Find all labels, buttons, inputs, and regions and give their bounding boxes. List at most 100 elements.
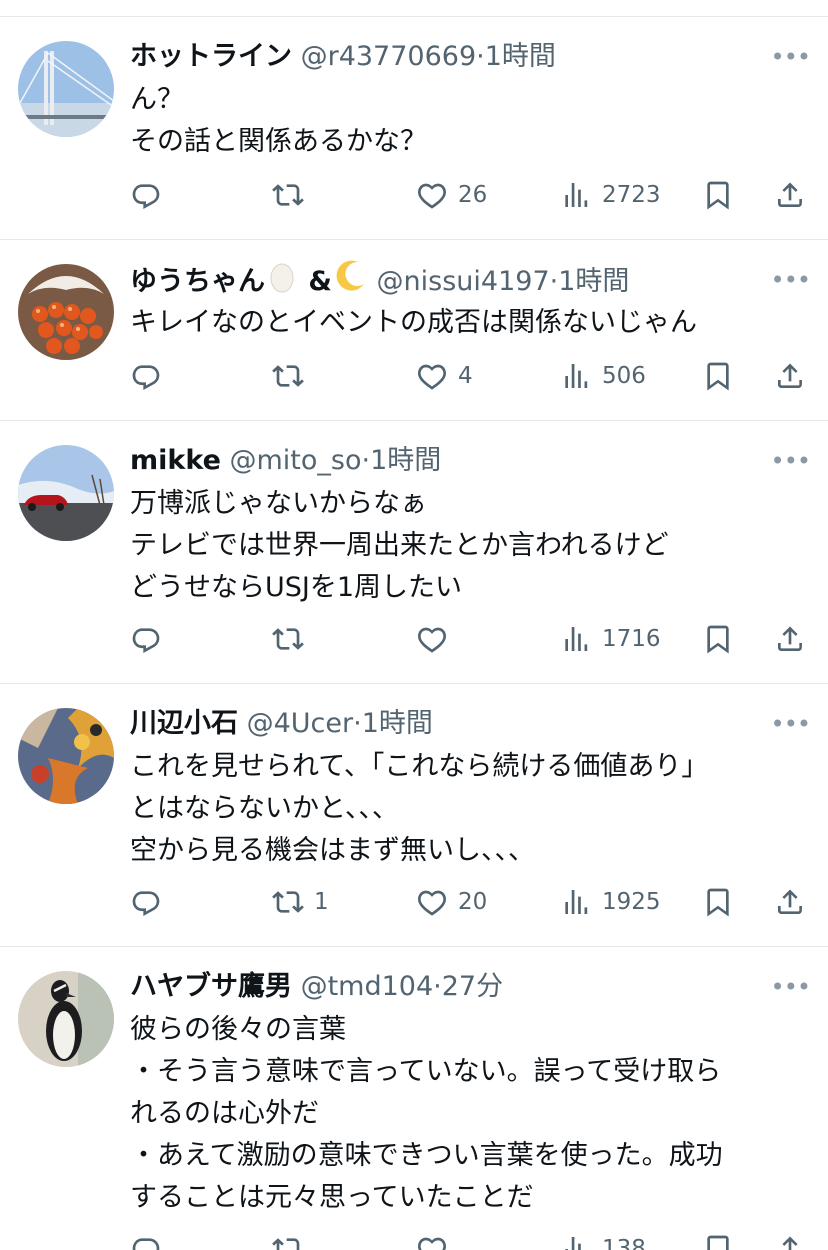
retweet-button[interactable] xyxy=(272,173,314,217)
timestamp[interactable]: 1時間 xyxy=(558,266,629,297)
heart-icon xyxy=(416,623,448,655)
user-handle[interactable]: @tmd104 xyxy=(301,971,434,1002)
reply-icon xyxy=(130,623,162,655)
share-button[interactable] xyxy=(774,880,806,924)
retweet-button[interactable] xyxy=(272,354,314,398)
retweet-icon xyxy=(272,179,304,211)
reply-button[interactable] xyxy=(130,354,162,398)
bookmark-icon xyxy=(702,623,734,655)
bookmark-button[interactable] xyxy=(702,1227,734,1250)
abstract-art-photo-icon xyxy=(18,708,114,804)
more-options-icon[interactable]: ••• xyxy=(770,258,811,302)
share-icon xyxy=(774,886,806,918)
tweet[interactable]: 川辺小石 @4Ucer·1時間 ••• これを見せられて、「これなら続ける価値あ… xyxy=(0,684,828,947)
bookmark-button[interactable] xyxy=(702,173,734,217)
retweet-button[interactable] xyxy=(272,1227,314,1250)
like-count: 26 xyxy=(458,182,488,208)
bar-chart-icon xyxy=(560,360,592,392)
tweet-text-line: とはならないかと、、、 xyxy=(130,793,399,824)
share-button[interactable] xyxy=(774,354,806,398)
bookmark-button[interactable] xyxy=(702,617,734,661)
more-options-icon[interactable]: ••• xyxy=(770,965,811,1009)
tweet[interactable]: ホットライン @r43770669·1時間 ••• ん？ その話と関係あるかな？… xyxy=(0,17,828,240)
like-count: 4 xyxy=(458,363,473,389)
share-button[interactable] xyxy=(774,617,806,661)
action-bar: 1 20 1925 xyxy=(130,880,810,924)
like-button[interactable]: 26 xyxy=(416,173,487,217)
retweet-count: 1 xyxy=(314,889,329,915)
display-name[interactable]: 川辺小石 xyxy=(130,708,238,739)
tweet[interactable]: ハヤブサ鷹男 @tmd104·27分 ••• 彼らの後々の言葉 ・そう言う意味で… xyxy=(0,947,828,1250)
display-name[interactable]: ゆうちゃん & xyxy=(130,260,368,297)
user-handle[interactable]: @4Ucer xyxy=(247,708,354,739)
more-options-icon[interactable]: ••• xyxy=(770,35,811,79)
views-button[interactable]: 1716 xyxy=(560,617,661,661)
share-button[interactable] xyxy=(774,173,806,217)
timestamp[interactable]: 1時間 xyxy=(362,708,433,739)
display-name[interactable]: ハヤブサ鷹男 xyxy=(130,971,292,1002)
views-button[interactable]: 138 xyxy=(560,1227,646,1250)
tweet-text-line: ・そう言う意味で言っていない。誤って受け取ら xyxy=(130,1056,722,1087)
bookmark-button[interactable] xyxy=(702,880,734,924)
avatar[interactable] xyxy=(18,41,114,137)
top-divider xyxy=(0,0,828,17)
tweet-header: ハヤブサ鷹男 @tmd104·27分 ••• xyxy=(130,965,811,1009)
view-count: 2723 xyxy=(602,182,661,208)
reply-icon xyxy=(130,360,162,392)
separator-dot: · xyxy=(353,708,362,739)
tweet-header: ホットライン @r43770669·1時間 ••• xyxy=(130,35,811,79)
avatar[interactable] xyxy=(18,264,114,360)
action-bar: 138 xyxy=(130,1227,810,1250)
user-handle[interactable]: @nissui4197 xyxy=(377,266,550,297)
tweet[interactable]: mikke @mito_so·1時間 ••• 万博派じゃないからなぁ テレビでは… xyxy=(0,421,828,684)
user-handle[interactable]: @r43770669 xyxy=(301,41,477,72)
tweet-text-line: 万博派じゃないからなぁ xyxy=(130,488,427,519)
view-count: 1716 xyxy=(602,626,661,652)
action-bar: 26 2723 xyxy=(130,173,810,217)
user-handle[interactable]: @mito_so xyxy=(229,445,361,476)
penguin-photo-icon xyxy=(18,971,114,1067)
bookmark-button[interactable] xyxy=(702,354,734,398)
timestamp[interactable]: 27分 xyxy=(442,971,503,1002)
more-options-icon[interactable]: ••• xyxy=(770,439,811,483)
heart-icon xyxy=(416,179,448,211)
view-count: 138 xyxy=(602,1236,646,1250)
timestamp[interactable]: 1時間 xyxy=(485,41,556,72)
reply-button[interactable] xyxy=(130,617,162,661)
view-count: 1925 xyxy=(602,889,661,915)
reply-button[interactable] xyxy=(130,1227,162,1250)
reply-button[interactable] xyxy=(130,173,162,217)
bar-chart-icon xyxy=(560,623,592,655)
heart-icon xyxy=(416,1233,448,1250)
tweet-header: 川辺小石 @4Ucer·1時間 ••• xyxy=(130,702,811,746)
like-button[interactable] xyxy=(416,617,458,661)
bar-chart-icon xyxy=(560,886,592,918)
heart-icon xyxy=(416,360,448,392)
views-button[interactable]: 506 xyxy=(560,354,646,398)
tweet-text-line: 空から見る機会はまず無いし、、、 xyxy=(130,835,535,866)
like-button[interactable]: 4 xyxy=(416,354,473,398)
like-button[interactable]: 20 xyxy=(416,880,487,924)
avatar[interactable] xyxy=(18,445,114,541)
display-name[interactable]: mikke xyxy=(130,445,221,476)
reply-icon xyxy=(130,179,162,211)
tweet-text-line: これを見せられて、「これなら続ける価値あり」 xyxy=(130,751,709,782)
share-icon xyxy=(774,1233,806,1250)
share-icon xyxy=(774,179,806,211)
retweet-button[interactable] xyxy=(272,617,314,661)
like-button[interactable] xyxy=(416,1227,458,1250)
views-button[interactable]: 1925 xyxy=(560,880,661,924)
retweet-button[interactable]: 1 xyxy=(272,880,329,924)
timestamp[interactable]: 1時間 xyxy=(370,445,441,476)
share-button[interactable] xyxy=(774,1227,806,1250)
share-icon xyxy=(774,360,806,392)
bar-chart-icon xyxy=(560,1233,592,1250)
retweet-icon xyxy=(272,1233,304,1250)
reply-button[interactable] xyxy=(130,880,162,924)
tweet[interactable]: ゆうちゃん & @nissui4197·1時間 ••• キレイなのとイベントの成… xyxy=(0,240,828,421)
more-options-icon[interactable]: ••• xyxy=(770,702,811,746)
avatar[interactable] xyxy=(18,971,114,1067)
views-button[interactable]: 2723 xyxy=(560,173,661,217)
avatar[interactable] xyxy=(18,708,114,804)
display-name[interactable]: ホットライン xyxy=(130,41,292,72)
